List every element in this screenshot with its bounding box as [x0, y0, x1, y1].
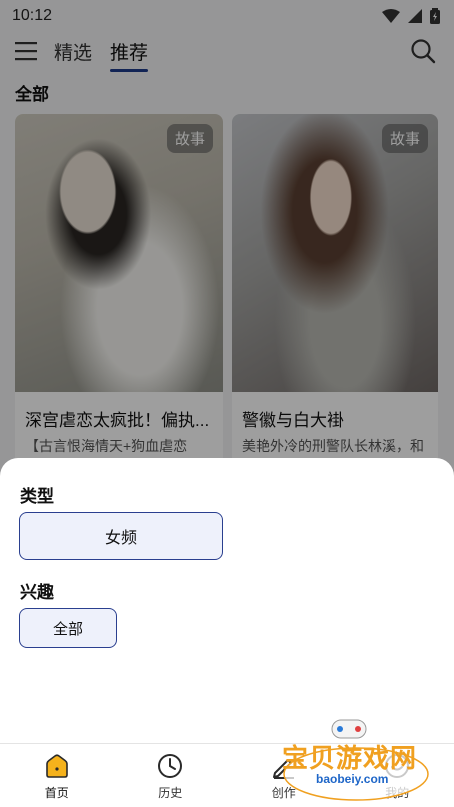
watermark-url: baobeiy.com: [316, 772, 389, 786]
watermark-text: 宝贝游戏网: [282, 744, 418, 774]
type-label: 类型: [20, 487, 54, 506]
interest-option-all[interactable]: 全部: [19, 608, 117, 648]
nav-label: 首页: [44, 786, 69, 800]
nav-item-home[interactable]: 首页: [0, 744, 114, 807]
interest-label: 兴趣: [20, 583, 54, 602]
clock-icon: [158, 754, 183, 778]
nav-label: 历史: [158, 786, 183, 800]
type-option-female[interactable]: 女频: [19, 512, 223, 560]
watermark-logo: 宝贝游戏网 baobeiy.com: [276, 716, 436, 804]
nav-item-history[interactable]: 历史: [114, 744, 228, 807]
home-icon: [45, 754, 68, 778]
